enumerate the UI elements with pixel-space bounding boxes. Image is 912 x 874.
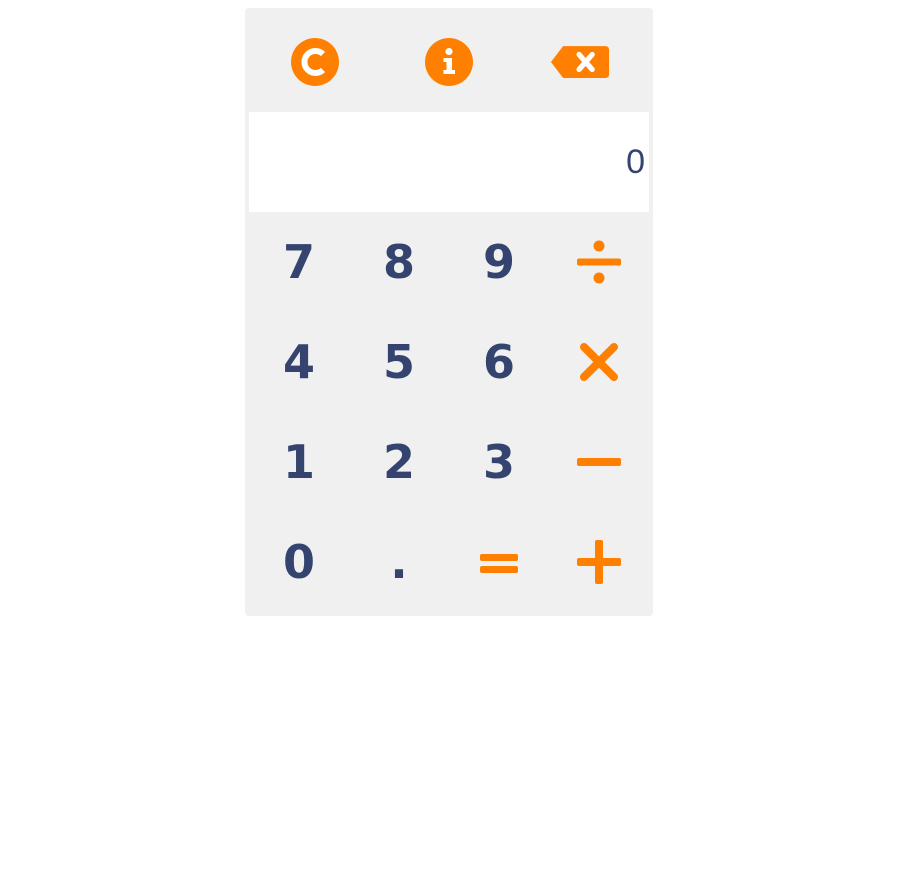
- info-icon: [425, 38, 473, 86]
- key-2[interactable]: 2: [349, 412, 449, 512]
- key-1[interactable]: 1: [249, 412, 349, 512]
- clear-button[interactable]: [285, 35, 345, 89]
- key-8[interactable]: 8: [349, 212, 449, 312]
- equals-icon: [480, 554, 518, 573]
- display-value: 0: [626, 142, 645, 181]
- key-dot[interactable]: .: [349, 512, 449, 612]
- multiply-icon: [580, 343, 618, 381]
- key-6[interactable]: 6: [449, 312, 549, 412]
- minus-button[interactable]: [549, 412, 649, 512]
- multiply-button[interactable]: [549, 312, 649, 412]
- toolbar: [245, 8, 653, 112]
- display: 0: [249, 112, 649, 212]
- keypad: 7 8 9 4 5 6 1 2 3 0 .: [249, 212, 649, 612]
- key-4[interactable]: 4: [249, 312, 349, 412]
- key-5[interactable]: 5: [349, 312, 449, 412]
- key-7[interactable]: 7: [249, 212, 349, 312]
- plus-button[interactable]: [549, 512, 649, 612]
- key-0[interactable]: 0: [249, 512, 349, 612]
- minus-icon: [577, 458, 621, 466]
- calculator: 0 7 8 9 4 5 6 1 2 3 0 .: [245, 8, 653, 616]
- clear-c-icon: [291, 38, 339, 86]
- plus-icon: [577, 540, 621, 584]
- backspace-icon: [550, 46, 610, 78]
- info-button[interactable]: [419, 35, 479, 89]
- key-9[interactable]: 9: [449, 212, 549, 312]
- divide-button[interactable]: [549, 212, 649, 312]
- equals-button[interactable]: [449, 512, 549, 612]
- key-3[interactable]: 3: [449, 412, 549, 512]
- backspace-button[interactable]: [550, 35, 610, 89]
- divide-icon: [577, 240, 621, 284]
